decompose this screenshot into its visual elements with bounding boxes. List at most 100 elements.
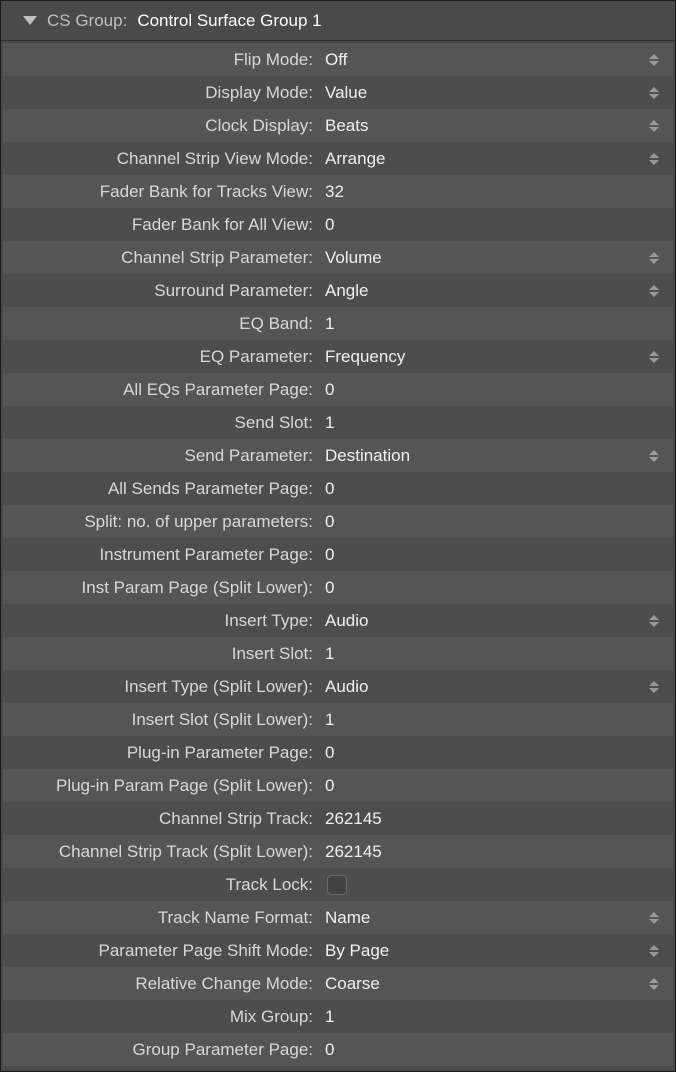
parameter-rows: Flip Mode:OffDisplay Mode:ValueClock Dis… bbox=[1, 41, 675, 1066]
parameter-label: EQ Parameter: bbox=[3, 347, 321, 367]
dropdown-stepper-icon[interactable] bbox=[645, 87, 673, 99]
chevron-up-icon bbox=[649, 681, 659, 686]
chevron-down-icon bbox=[649, 457, 659, 462]
parameter-value[interactable]: Name bbox=[321, 908, 645, 928]
header-value: Control Surface Group 1 bbox=[137, 11, 321, 31]
parameter-value[interactable]: Arrange bbox=[321, 149, 645, 169]
parameter-value[interactable]: Angle bbox=[321, 281, 645, 301]
parameter-row: Insert Type:Audio bbox=[3, 604, 673, 637]
parameter-value[interactable]: 1 bbox=[321, 314, 645, 334]
dropdown-stepper-icon[interactable] bbox=[645, 450, 673, 462]
dropdown-stepper-icon[interactable] bbox=[645, 54, 673, 66]
chevron-up-icon bbox=[649, 285, 659, 290]
parameter-value[interactable]: Audio bbox=[321, 611, 645, 631]
chevron-down-icon bbox=[649, 952, 659, 957]
parameter-value[interactable]: 1 bbox=[321, 413, 645, 433]
dropdown-stepper-icon[interactable] bbox=[645, 681, 673, 693]
parameter-row: EQ Parameter:Frequency bbox=[3, 340, 673, 373]
parameter-value[interactable]: 0 bbox=[321, 1040, 645, 1060]
parameter-row: Channel Strip Parameter:Volume bbox=[3, 241, 673, 274]
parameter-label: Surround Parameter: bbox=[3, 281, 321, 301]
parameter-value[interactable]: 0 bbox=[321, 380, 645, 400]
parameter-row: Channel Strip View Mode:Arrange bbox=[3, 142, 673, 175]
parameter-label: Insert Type: bbox=[3, 611, 321, 631]
parameter-value[interactable]: 32 bbox=[321, 182, 645, 202]
parameter-value[interactable]: 1 bbox=[321, 710, 645, 730]
parameter-value[interactable]: Destination bbox=[321, 446, 645, 466]
parameter-value[interactable]: Beats bbox=[321, 116, 645, 136]
parameter-value[interactable]: Off bbox=[321, 50, 645, 70]
parameter-label: EQ Band: bbox=[3, 314, 321, 334]
dropdown-stepper-icon[interactable] bbox=[645, 351, 673, 363]
parameter-label: Plug-in Param Page (Split Lower): bbox=[3, 776, 321, 796]
parameter-label: Group Parameter Page: bbox=[3, 1040, 321, 1060]
parameter-row: Insert Slot:1 bbox=[3, 637, 673, 670]
parameter-row: Display Mode:Value bbox=[3, 76, 673, 109]
parameter-row: Mix Group:1 bbox=[3, 1000, 673, 1033]
parameter-row: Clock Display:Beats bbox=[3, 109, 673, 142]
chevron-down-icon bbox=[649, 127, 659, 132]
parameter-value[interactable]: 0 bbox=[321, 743, 645, 763]
dropdown-stepper-icon[interactable] bbox=[645, 912, 673, 924]
parameter-value[interactable]: Coarse bbox=[321, 974, 645, 994]
checkbox[interactable] bbox=[327, 875, 347, 895]
parameter-label: Fader Bank for Tracks View: bbox=[3, 182, 321, 202]
parameter-value[interactable]: 0 bbox=[321, 215, 645, 235]
parameter-row: Group Parameter Page:0 bbox=[3, 1033, 673, 1066]
parameter-row: Parameter Page Shift Mode:By Page bbox=[3, 934, 673, 967]
parameter-value[interactable]: By Page bbox=[321, 941, 645, 961]
parameter-label: Channel Strip View Mode: bbox=[3, 149, 321, 169]
parameter-value[interactable]: 1 bbox=[321, 644, 645, 664]
parameter-row: Plug-in Param Page (Split Lower):0 bbox=[3, 769, 673, 802]
chevron-up-icon bbox=[649, 978, 659, 983]
dropdown-stepper-icon[interactable] bbox=[645, 153, 673, 165]
parameter-value[interactable]: 0 bbox=[321, 578, 645, 598]
parameter-value[interactable]: Frequency bbox=[321, 347, 645, 367]
dropdown-stepper-icon[interactable] bbox=[645, 978, 673, 990]
parameter-label: Send Slot: bbox=[3, 413, 321, 433]
chevron-down-icon bbox=[649, 985, 659, 990]
parameter-value[interactable]: 262145 bbox=[321, 842, 645, 862]
chevron-up-icon bbox=[649, 54, 659, 59]
parameter-row: Insert Type (Split Lower):Audio bbox=[3, 670, 673, 703]
parameter-value[interactable]: 0 bbox=[321, 512, 645, 532]
chevron-down-icon bbox=[649, 160, 659, 165]
parameter-row: Fader Bank for All View:0 bbox=[3, 208, 673, 241]
parameter-row: All Sends Parameter Page:0 bbox=[3, 472, 673, 505]
dropdown-stepper-icon[interactable] bbox=[645, 945, 673, 957]
parameter-label: Mix Group: bbox=[3, 1007, 321, 1027]
parameter-row: Inst Param Page (Split Lower):0 bbox=[3, 571, 673, 604]
parameter-label: Track Lock: bbox=[3, 875, 321, 895]
parameter-row: Send Parameter:Destination bbox=[3, 439, 673, 472]
parameter-label: All Sends Parameter Page: bbox=[3, 479, 321, 499]
parameter-row: Fader Bank for Tracks View:32 bbox=[3, 175, 673, 208]
parameter-label: Fader Bank for All View: bbox=[3, 215, 321, 235]
dropdown-stepper-icon[interactable] bbox=[645, 285, 673, 297]
parameter-value[interactable]: 1 bbox=[321, 1007, 645, 1027]
parameter-value[interactable]: Audio bbox=[321, 677, 645, 697]
parameter-label: Clock Display: bbox=[3, 116, 321, 136]
parameter-value[interactable]: 0 bbox=[321, 776, 645, 796]
parameter-value[interactable]: 0 bbox=[321, 479, 645, 499]
parameter-label: Insert Slot: bbox=[3, 644, 321, 664]
parameter-label: Instrument Parameter Page: bbox=[3, 545, 321, 565]
parameter-row: All EQs Parameter Page:0 bbox=[3, 373, 673, 406]
chevron-down-icon bbox=[649, 94, 659, 99]
parameter-value[interactable]: Value bbox=[321, 83, 645, 103]
panel-header[interactable]: CS Group: Control Surface Group 1 bbox=[1, 1, 675, 41]
parameter-value[interactable]: Volume bbox=[321, 248, 645, 268]
parameter-label: Channel Strip Parameter: bbox=[3, 248, 321, 268]
dropdown-stepper-icon[interactable] bbox=[645, 120, 673, 132]
parameter-label: Send Parameter: bbox=[3, 446, 321, 466]
chevron-down-icon bbox=[649, 622, 659, 627]
disclosure-triangle-icon[interactable] bbox=[23, 16, 37, 25]
parameter-label: Relative Change Mode: bbox=[3, 974, 321, 994]
parameter-label: Inst Param Page (Split Lower): bbox=[3, 578, 321, 598]
parameter-value[interactable]: 0 bbox=[321, 545, 645, 565]
parameter-value bbox=[321, 875, 645, 895]
dropdown-stepper-icon[interactable] bbox=[645, 615, 673, 627]
parameter-row: Surround Parameter:Angle bbox=[3, 274, 673, 307]
parameter-value[interactable]: 262145 bbox=[321, 809, 645, 829]
dropdown-stepper-icon[interactable] bbox=[645, 252, 673, 264]
chevron-up-icon bbox=[649, 615, 659, 620]
